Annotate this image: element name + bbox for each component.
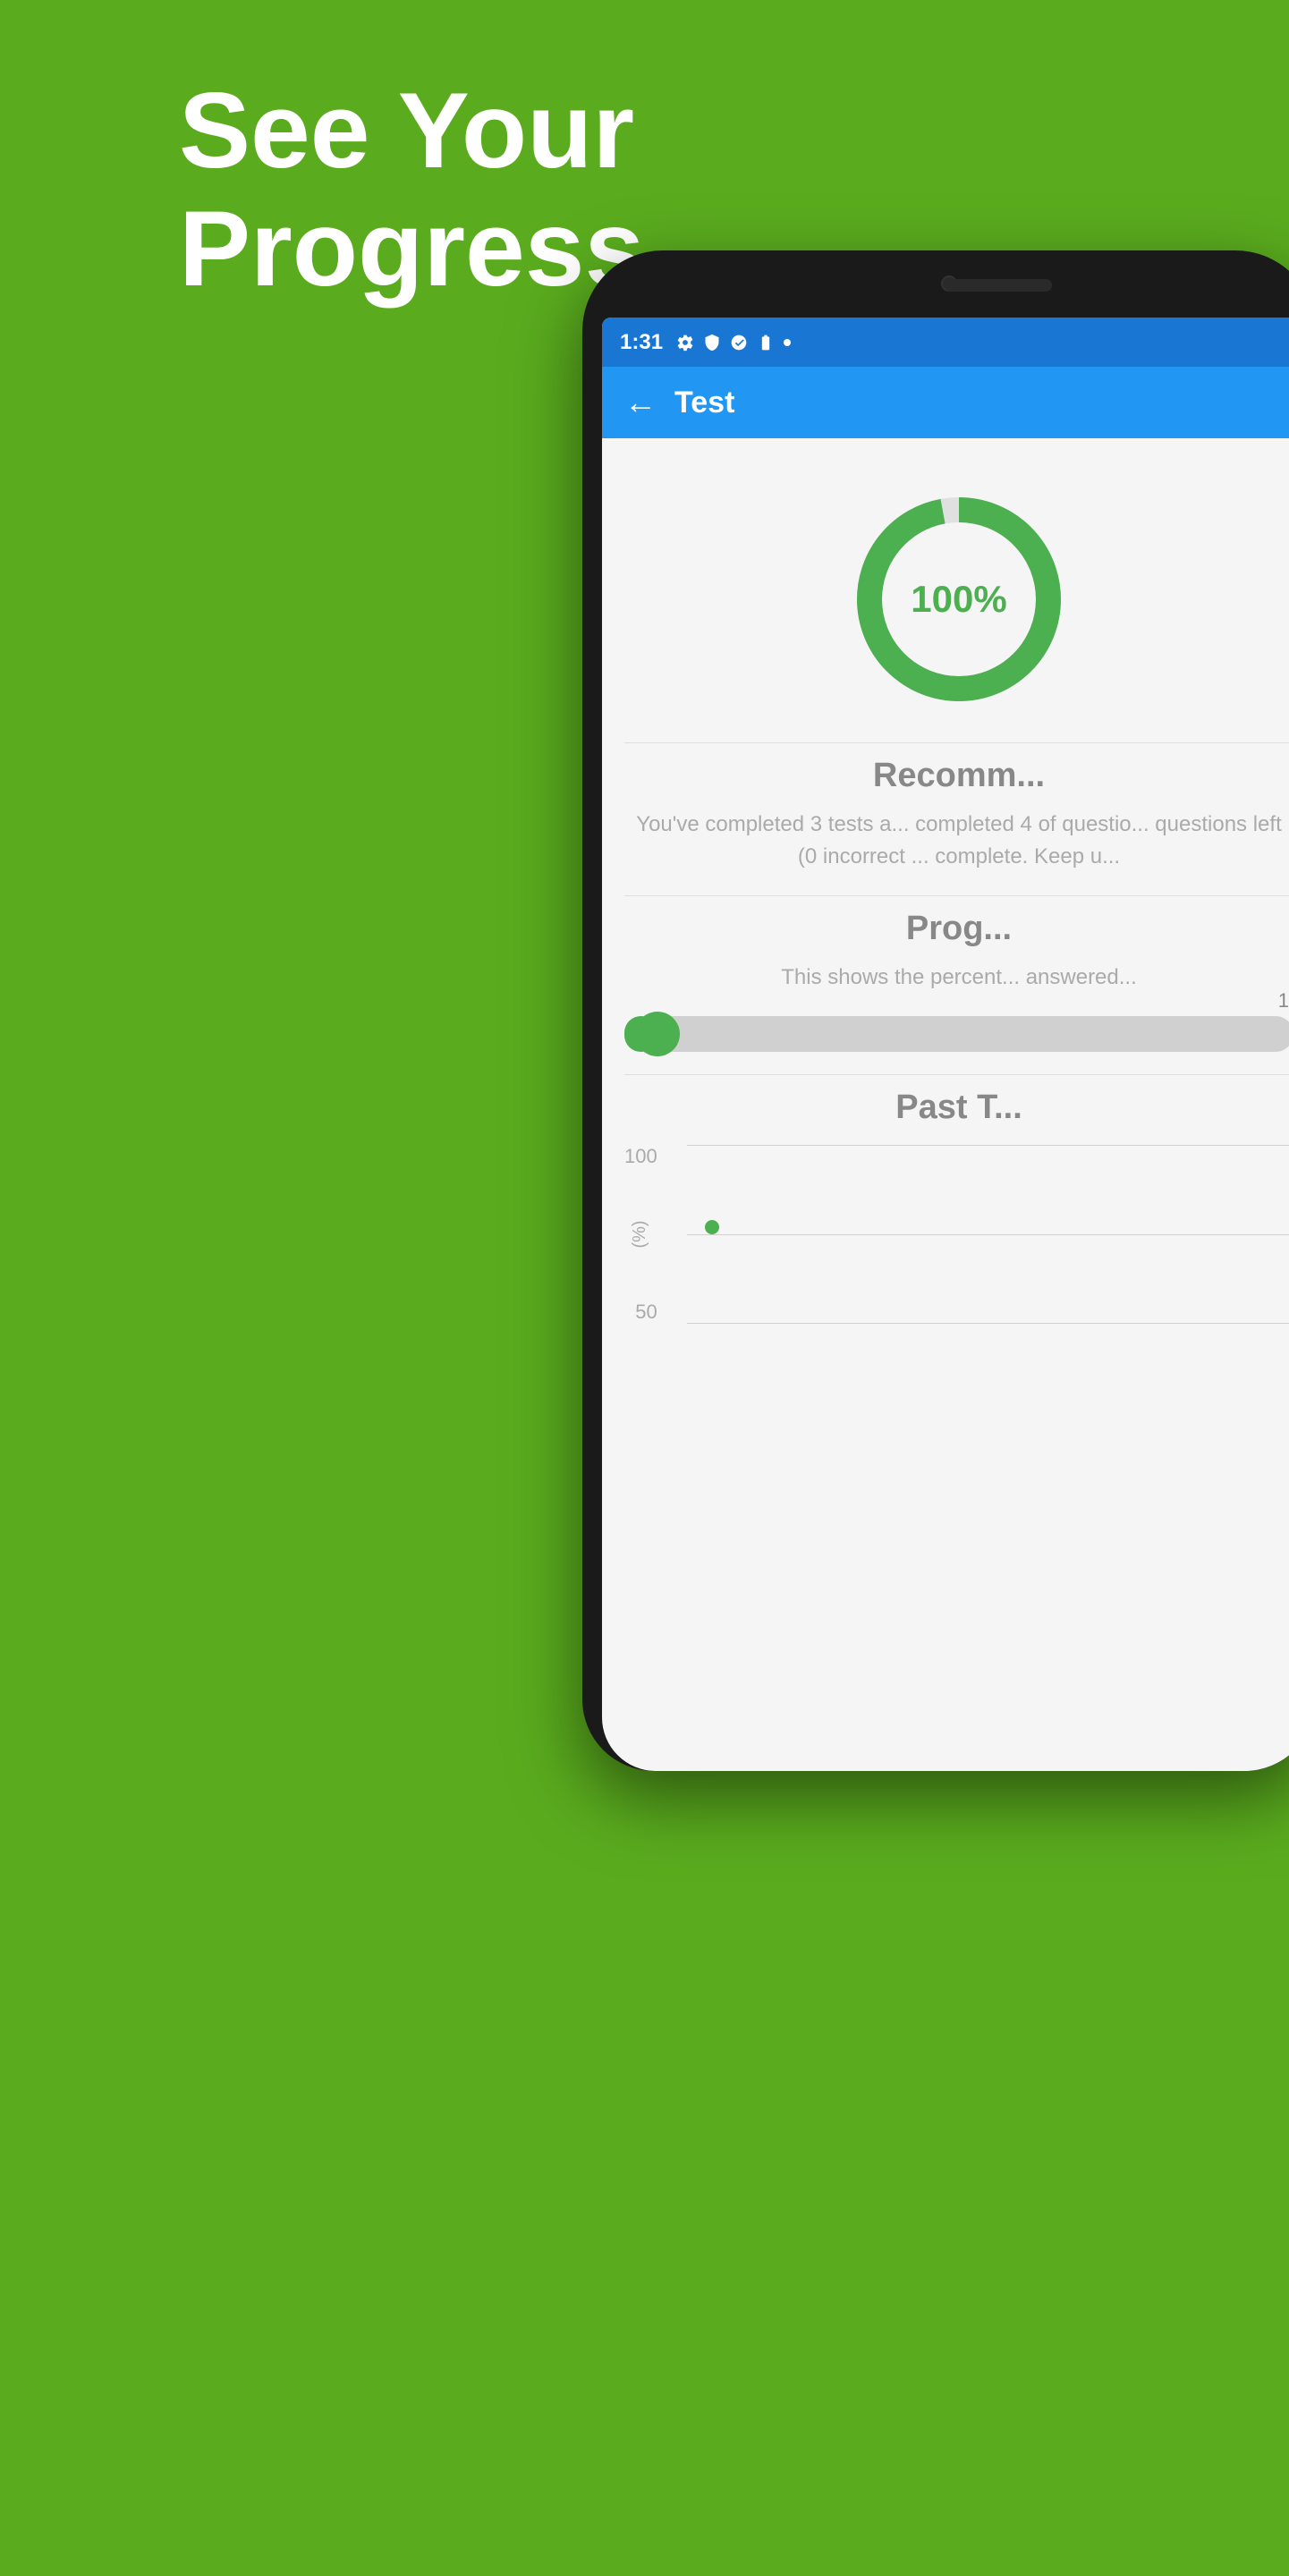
- recommendation-title: Recomm...: [624, 757, 1289, 795]
- divider-2: [624, 895, 1289, 896]
- status-time: 1:31: [620, 330, 663, 355]
- divider-1: [624, 742, 1289, 743]
- progress-bar-dot: [635, 1012, 680, 1056]
- progress-title: Prog...: [624, 910, 1289, 948]
- progress-section: Prog... This shows the percent... answer…: [624, 910, 1289, 1052]
- chart-lines: [687, 1145, 1289, 1324]
- phone-device: 1:31: [582, 250, 1289, 2487]
- recommendation-body: You've completed 3 tests a... completed …: [624, 809, 1289, 873]
- status-bar: 1:31: [602, 318, 1289, 367]
- divider-3: [624, 1074, 1289, 1075]
- chart-data-point: [705, 1220, 719, 1234]
- status-icons: [676, 334, 791, 352]
- at-icon: [730, 334, 748, 352]
- gear-icon: [676, 334, 694, 352]
- progress-bar-container: 1: [624, 1016, 1289, 1052]
- past-tests-title: Past T...: [624, 1089, 1289, 1127]
- chart-y-label-50: 50: [635, 1301, 657, 1324]
- progress-description: This shows the percent... answered...: [624, 962, 1289, 994]
- progress-bar-fill: [624, 1016, 657, 1052]
- shield-icon: [703, 334, 721, 352]
- chart-y-label-100: 100: [624, 1145, 657, 1168]
- donut-container: 100%: [624, 483, 1289, 716]
- chart-area: 100 50 (%): [624, 1145, 1289, 1324]
- battery-icon: [757, 334, 775, 352]
- status-dot: [784, 339, 791, 346]
- headline-line1: See Your: [179, 72, 644, 190]
- past-tests-section: Past T... 100 50 (%): [624, 1089, 1289, 1324]
- chart-line-mid: [687, 1234, 1289, 1235]
- app-content: 100% Recomm... You've completed 3 tests …: [602, 438, 1289, 1351]
- chart-line-top: [687, 1145, 1289, 1146]
- progress-label-right: 1: [1278, 989, 1289, 1013]
- recommendation-section: Recomm... You've completed 3 tests a... …: [624, 757, 1289, 873]
- phone-screen: 1:31: [602, 318, 1289, 1771]
- chart-line-bot: [687, 1323, 1289, 1324]
- phone-speaker: [945, 279, 1052, 292]
- headline-line2: Progress: [179, 190, 644, 308]
- donut-percent: 100%: [911, 578, 1006, 621]
- phone-body: 1:31: [582, 250, 1289, 1771]
- headline: See Your Progress: [179, 72, 644, 308]
- app-bar-title: Test: [674, 386, 734, 420]
- app-bar: ← Test: [602, 367, 1289, 438]
- back-button[interactable]: ←: [624, 384, 657, 421]
- y-axis-label: (%): [630, 1220, 650, 1248]
- donut-chart: 100%: [843, 483, 1075, 716]
